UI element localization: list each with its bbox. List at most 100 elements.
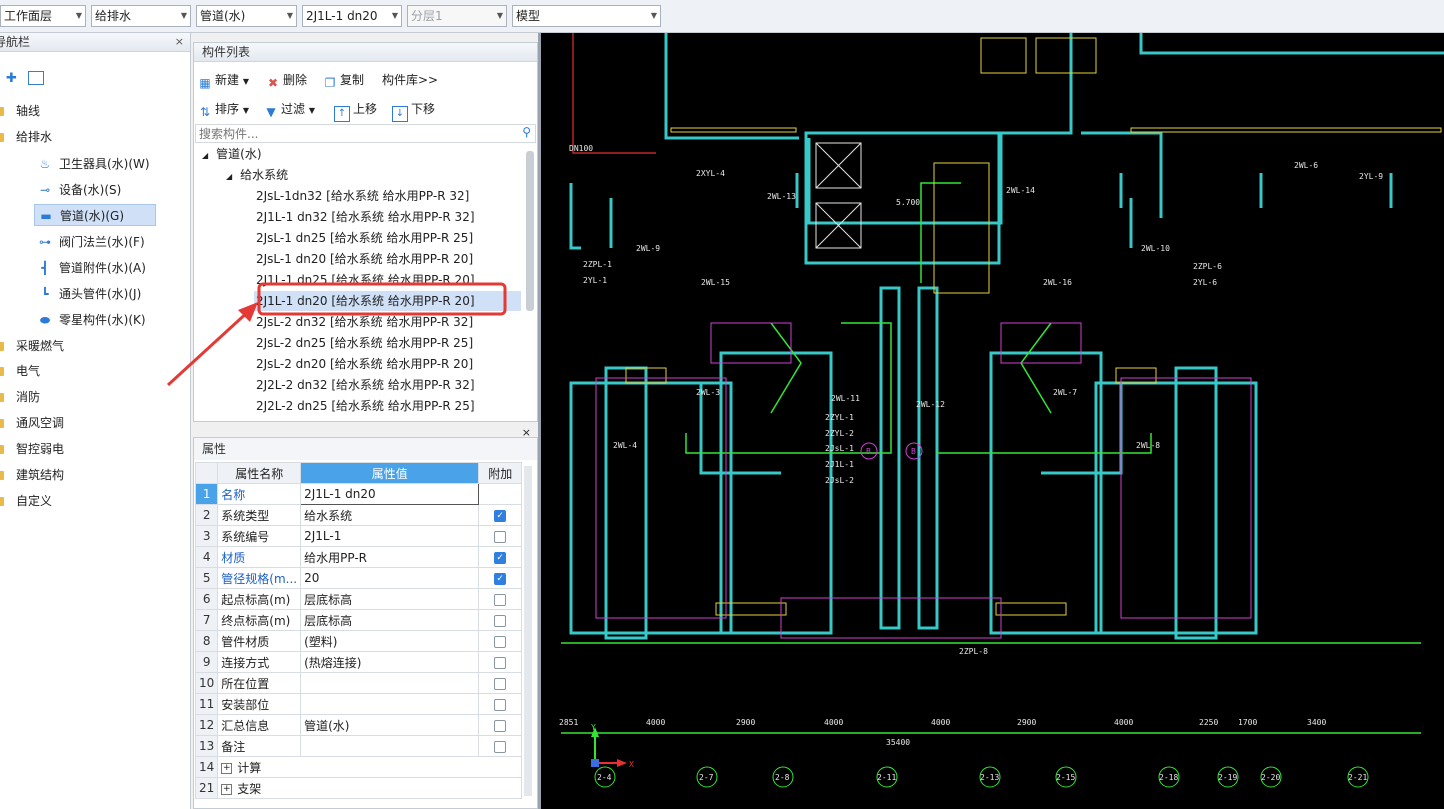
nav-category[interactable]: 通风空调 bbox=[0, 412, 64, 434]
property-row[interactable]: 4 材质 给水用PP-R ✓ bbox=[194, 546, 522, 568]
extra-checkbox[interactable] bbox=[494, 593, 507, 606]
property-value[interactable]: 20 bbox=[300, 567, 480, 589]
property-row[interactable]: 5 管径规格(m... 20 ✓ bbox=[194, 567, 522, 589]
chevron-down-icon: ▼ bbox=[496, 11, 503, 20]
property-row[interactable]: 13 备注 bbox=[194, 735, 522, 757]
extra-checkbox[interactable] bbox=[494, 698, 507, 711]
nav-sub-item[interactable]: ┫ 管道附件(水)(A) bbox=[36, 257, 146, 279]
property-value[interactable]: (塑料) bbox=[300, 630, 480, 652]
extra-checkbox[interactable]: ✓ bbox=[494, 572, 507, 585]
row-number: 9 bbox=[194, 651, 219, 673]
nav-sub-item[interactable]: ♨ 卫生器具(水)(W) bbox=[36, 153, 150, 175]
cad-canvas[interactable]: DN100 5.700 2ZPL-1 2YL-1 2ZPL-6 2YL-6 2Z… bbox=[541, 33, 1444, 809]
property-row[interactable]: 14 + 计算 bbox=[194, 756, 522, 778]
property-value[interactable]: 给水用PP-R bbox=[300, 546, 480, 568]
axis-label: 2-18 bbox=[1159, 773, 1178, 782]
property-value[interactable]: 2J1L-1 bbox=[300, 525, 480, 547]
nav-category[interactable]: 电气 bbox=[0, 360, 40, 382]
balconies bbox=[595, 322, 1252, 639]
nav-category[interactable]: 建筑结构 bbox=[0, 464, 64, 486]
tree-group[interactable]: ◢ 给水系统 bbox=[226, 165, 288, 185]
component-item[interactable]: 2JsL-1dn32 [给水系统 给水用PP-R 32] bbox=[256, 186, 521, 206]
extra-checkbox[interactable] bbox=[494, 719, 507, 732]
layer-combo[interactable]: 分层1 ▼ bbox=[407, 5, 507, 27]
property-row[interactable]: 9 连接方式 (热熔连接) bbox=[194, 651, 522, 673]
search-input[interactable] bbox=[196, 125, 501, 143]
filter-button[interactable]: ▼ 过滤 ▼ bbox=[264, 98, 315, 120]
component-item[interactable]: 2JsL-1 dn25 [给水系统 给水用PP-R 25] bbox=[256, 228, 521, 248]
library-button[interactable]: 构件库>> bbox=[382, 69, 438, 91]
column-header-value: 属性值 bbox=[300, 462, 480, 484]
extra-checkbox[interactable] bbox=[494, 614, 507, 627]
discipline-combo[interactable]: 给排水 ▼ bbox=[91, 5, 191, 27]
tree-root[interactable]: ◢ 管道(水) bbox=[202, 144, 262, 164]
extra-checkbox[interactable] bbox=[494, 677, 507, 690]
expand-icon[interactable]: + bbox=[221, 783, 233, 795]
move-up-button[interactable]: ↑ 上移 bbox=[334, 98, 377, 122]
extra-checkbox[interactable] bbox=[494, 635, 507, 648]
extra-checkbox[interactable] bbox=[494, 530, 507, 543]
property-row[interactable]: 7 终点标高(m) 层底标高 bbox=[194, 609, 522, 631]
property-row[interactable]: 10 所在位置 bbox=[194, 672, 522, 694]
nav-sub-item[interactable]: ┗ 通头管件(水)(J) bbox=[36, 283, 141, 305]
property-row[interactable]: 2 系统类型 给水系统 ✓ bbox=[194, 504, 522, 526]
component-item[interactable]: 2J1L-1 dn32 [给水系统 给水用PP-R 32] bbox=[256, 207, 521, 227]
property-row[interactable]: 8 管件材质 (塑料) bbox=[194, 630, 522, 652]
property-name: 汇总信息 bbox=[217, 714, 302, 736]
property-value[interactable]: 层底标高 bbox=[300, 609, 480, 631]
component-type-combo[interactable]: 管道(水) ▼ bbox=[196, 5, 297, 27]
delete-icon: ✖ bbox=[267, 76, 279, 90]
property-value[interactable]: (热熔连接) bbox=[300, 651, 480, 673]
extra-checkbox[interactable] bbox=[494, 656, 507, 669]
property-row[interactable]: 12 汇总信息 管道(水) bbox=[194, 714, 522, 736]
nav-category[interactable]: 智控弱电 bbox=[0, 438, 64, 460]
expand-icon[interactable]: + bbox=[221, 762, 233, 774]
property-row[interactable]: 3 系统编号 2J1L-1 bbox=[194, 525, 522, 547]
floor-combo[interactable]: 工作面层 ▼ bbox=[0, 5, 86, 27]
copy-button[interactable]: ❐ 复制 bbox=[323, 69, 364, 91]
nav-sub-item[interactable]: ⊶ 阀门法兰(水)(F) bbox=[36, 231, 145, 253]
nav-category[interactable]: 采暖燃气 bbox=[0, 335, 64, 357]
extra-checkbox[interactable]: ✓ bbox=[494, 551, 507, 564]
nav-sub-item[interactable]: ⊸ 设备(水)(S) bbox=[36, 179, 121, 201]
component-combo[interactable]: 2J1L-1 dn20 ▼ bbox=[302, 5, 402, 27]
dimension-text: 4000 bbox=[1114, 718, 1133, 727]
property-row[interactable]: 6 起点标高(m) 层底标高 bbox=[194, 588, 522, 610]
nav-category[interactable]: 轴线 bbox=[0, 100, 40, 122]
splitter[interactable] bbox=[538, 33, 541, 809]
edit-icon[interactable] bbox=[28, 71, 44, 85]
property-value[interactable] bbox=[300, 735, 480, 757]
search-icon[interactable]: ⚲ bbox=[522, 125, 531, 139]
caret-down-icon: ◢ bbox=[226, 172, 233, 181]
extra-checkbox[interactable]: ✓ bbox=[494, 509, 507, 522]
nav-sub-item-selected[interactable]: ▬ 管道(水)(G) bbox=[34, 204, 156, 226]
nav-category[interactable]: 给排水 bbox=[0, 126, 52, 148]
property-row[interactable]: 21 + 支架 bbox=[194, 777, 522, 799]
new-button[interactable]: ▦ 新建 ▼ bbox=[198, 69, 249, 91]
move-down-button[interactable]: ↓ 下移 bbox=[392, 98, 435, 122]
floor-plan-drawing[interactable]: DN100 5.700 2ZPL-1 2YL-1 2ZPL-6 2YL-6 2Z… bbox=[541, 33, 1444, 809]
nav-sub-item[interactable]: ⬬ 零星构件(水)(K) bbox=[36, 309, 146, 331]
sort-button[interactable]: ⇅ 排序 ▼ bbox=[198, 98, 249, 120]
component-item[interactable]: 2J2L-2 dn25 [给水系统 给水用PP-R 25] bbox=[256, 396, 521, 416]
property-row[interactable]: 11 安装部位 bbox=[194, 693, 522, 715]
property-value[interactable] bbox=[300, 672, 480, 694]
close-icon[interactable]: × bbox=[175, 33, 184, 51]
nav-category[interactable]: 自定义 bbox=[0, 490, 52, 512]
extra-checkbox[interactable] bbox=[494, 740, 507, 753]
component-item[interactable]: 2JsL-1 dn20 [给水系统 给水用PP-R 20] bbox=[256, 249, 521, 269]
view-mode-combo[interactable]: 模型 ▼ bbox=[512, 5, 661, 27]
property-row[interactable]: 1 名称 2J1L-1 dn20 bbox=[194, 483, 522, 505]
nav-category[interactable]: 消防 bbox=[0, 386, 40, 408]
property-value[interactable] bbox=[300, 693, 480, 715]
add-icon[interactable]: ✚ bbox=[6, 71, 17, 86]
property-value[interactable]: 层底标高 bbox=[300, 588, 480, 610]
extra-cell bbox=[478, 735, 522, 757]
property-value[interactable]: 给水系统 bbox=[300, 504, 480, 526]
equipment-icon: ⊸ bbox=[39, 183, 51, 197]
property-value[interactable]: 2J1L-1 dn20 bbox=[300, 483, 480, 505]
property-value[interactable]: 管道(水) bbox=[300, 714, 480, 736]
properties-scrollbar[interactable] bbox=[524, 466, 532, 796]
property-name: 材质 bbox=[217, 546, 302, 568]
delete-button[interactable]: ✖ 删除 bbox=[266, 69, 307, 91]
